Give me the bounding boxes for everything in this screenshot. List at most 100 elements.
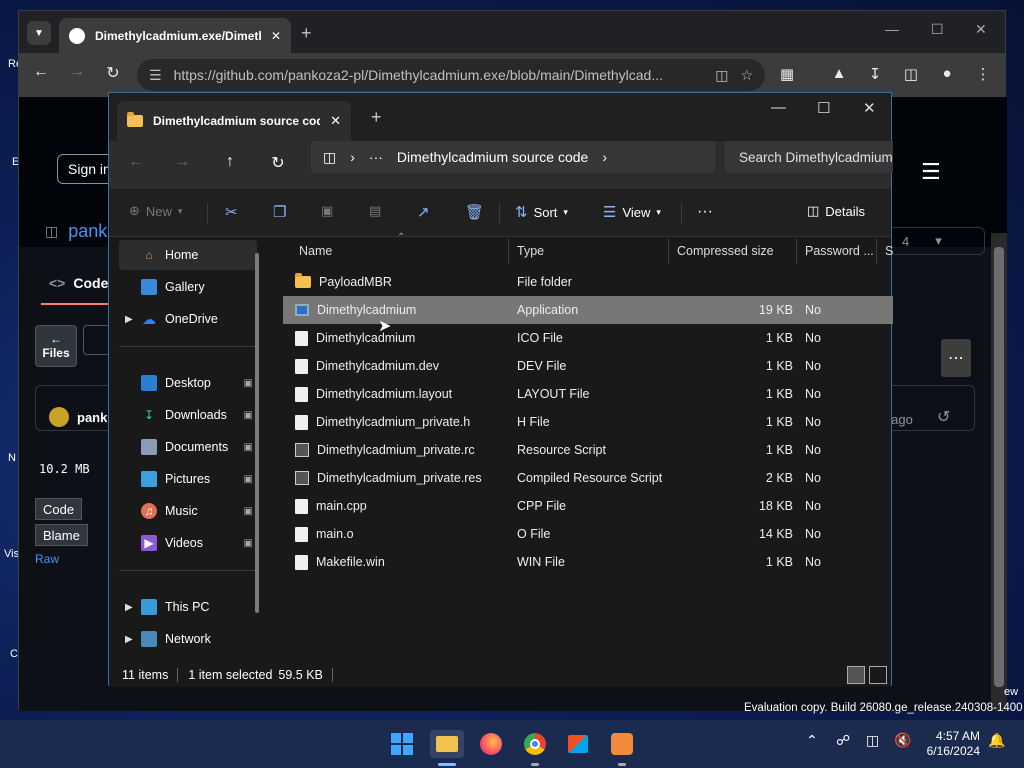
breadcrumb[interactable]: ◫ › ··· Dimethylcadmium source code › <box>311 141 715 173</box>
table-row[interactable]: Dimethylcadmium ICO File 1 KB No <box>283 324 893 352</box>
chrome-tab-active[interactable]: Dimethylcadmium.exe/Dimeth ✕ <box>59 18 291 54</box>
details-view-button[interactable] <box>847 666 865 684</box>
firefox-icon[interactable] <box>477 730 505 758</box>
tab-code[interactable]: <> Code <box>49 275 108 291</box>
pin-icon[interactable]: ▣ <box>244 378 253 389</box>
pin-icon[interactable]: ▣ <box>244 410 253 421</box>
cut-button[interactable]: ✂ <box>225 203 238 221</box>
column-header-password[interactable]: Password ... <box>797 238 877 264</box>
bookmark-star-icon[interactable]: ☆ <box>740 67 753 84</box>
file-name-cell[interactable]: Dimethylcadmium.dev <box>295 352 439 380</box>
sidebar-item-home[interactable]: ⌂ Home <box>119 240 257 270</box>
file-name-cell[interactable]: main.o <box>295 520 354 548</box>
table-row[interactable]: Dimethylcadmium_private.h H File 1 KB No <box>283 408 893 436</box>
tab-search-button[interactable]: ▼ <box>27 21 51 45</box>
menu-icon[interactable]: ⋮ <box>971 65 995 83</box>
refresh-icon[interactable]: ↻ <box>263 153 293 173</box>
view-button[interactable]: ☰ View ▾ <box>603 203 661 221</box>
history-icon[interactable]: ↺ <box>937 407 950 427</box>
file-name-cell[interactable]: Dimethylcadmium_private.res <box>295 464 482 492</box>
profile-icon[interactable]: ● <box>935 65 959 82</box>
details-button[interactable]: ◫ Details <box>807 203 865 219</box>
address-bar[interactable]: ☰ https://github.com/pankoza2-pl/Dimethy… <box>137 59 765 91</box>
sort-button[interactable]: ⇅ Sort ▾ <box>515 203 568 221</box>
search-input[interactable]: Search Dimethylcadmium <box>725 141 893 173</box>
pin-icon[interactable]: ▣ <box>244 538 253 549</box>
tiles-view-button[interactable] <box>869 666 887 684</box>
minimize-icon[interactable]: — <box>771 99 786 116</box>
new-button[interactable]: ⊕ New ▾ <box>129 203 182 219</box>
table-row[interactable]: Dimethylcadmium_private.rc Resource Scrip… <box>283 436 893 464</box>
chevron-right-icon[interactable]: ▶ <box>125 634 133 645</box>
app-icon[interactable] <box>608 730 636 758</box>
new-tab-button[interactable]: + <box>301 23 312 44</box>
back-icon[interactable]: ← <box>29 63 53 81</box>
close-tab-icon[interactable]: ✕ <box>330 113 341 129</box>
side-panel-icon[interactable]: ◫ <box>899 65 923 83</box>
blame-button[interactable]: Blame <box>35 524 88 546</box>
sidebar-item-gallery[interactable]: Gallery <box>119 272 257 302</box>
chevron-right-icon[interactable]: ▶ <box>125 314 133 325</box>
notification-bell-icon[interactable]: 🔔 <box>988 732 1005 749</box>
network-off-icon[interactable]: ☍ <box>836 732 850 749</box>
sidebar-item-desktop[interactable]: Desktop ▣ <box>119 368 257 398</box>
chevron-right-icon[interactable]: › <box>350 149 355 165</box>
page-scrollbar-thumb[interactable] <box>994 247 1004 687</box>
sidebar-item-downloads[interactable]: ↧ Downloads ▣ <box>119 400 257 430</box>
site-info-icon[interactable]: ☰ <box>149 67 162 84</box>
table-row[interactable]: Dimethylcadmium.layout LAYOUT File 1 KB No <box>283 380 893 408</box>
minimize-icon[interactable]: — <box>885 21 899 37</box>
breadcrumb-current[interactable]: Dimethylcadmium source code <box>397 149 588 165</box>
sidebar-item-music[interactable]: ♫ Music ▣ <box>119 496 257 526</box>
sidebar-item-pictures[interactable]: Pictures ▣ <box>119 464 257 494</box>
column-header-size[interactable]: Si <box>877 238 893 264</box>
table-row[interactable]: Dimethylcadmium Application 19 KB No <box>283 296 893 324</box>
repo-breadcrumb[interactable]: ◫ pank <box>45 221 107 242</box>
taskbar-clock[interactable]: 4:57 AM 6/16/2024 <box>918 729 980 759</box>
maximize-icon[interactable]: ☐ <box>931 21 944 38</box>
file-name-cell[interactable]: Dimethylcadmium_private.h <box>295 408 470 436</box>
hamburger-menu-icon[interactable]: ☰ <box>921 159 941 185</box>
sidebar-item-documents[interactable]: Documents ▣ <box>119 432 257 462</box>
pin-icon[interactable]: ▣ <box>244 442 253 453</box>
commit-user[interactable]: pank <box>77 410 107 425</box>
table-row[interactable]: main.cpp CPP File 18 KB No <box>283 492 893 520</box>
volume-muted-icon[interactable]: 🔇 <box>894 732 911 749</box>
column-header-type[interactable]: Type <box>509 238 669 264</box>
new-tab-button[interactable]: + <box>371 107 382 128</box>
column-header-compressed-size[interactable]: Compressed size <box>669 238 797 264</box>
forward-icon[interactable]: → <box>167 153 197 171</box>
pin-icon[interactable]: ▣ <box>244 474 253 485</box>
table-row[interactable]: Dimethylcadmium_private.res Compiled Reso… <box>283 464 893 492</box>
file-name-cell[interactable]: Dimethylcadmium <box>295 296 416 324</box>
rename-button[interactable]: ▤ <box>369 203 381 219</box>
sidebar-item-this-pc[interactable]: ▶ This PC <box>119 592 257 622</box>
raw-link[interactable]: Raw <box>35 552 59 566</box>
delete-button[interactable]: 🗑 <box>465 203 484 221</box>
chrome-icon[interactable] <box>521 730 549 758</box>
avatar[interactable] <box>49 407 69 427</box>
up-icon[interactable]: ↑ <box>215 153 245 171</box>
sidebar-item-network[interactable]: ▶ Network <box>119 624 257 654</box>
chevron-right-icon[interactable]: › <box>602 149 607 165</box>
close-tab-icon[interactable]: ✕ <box>271 29 281 43</box>
file-name-cell[interactable]: Dimethylcadmium.layout <box>295 380 452 408</box>
cast-icon[interactable]: ◫ <box>715 67 728 84</box>
display-icon[interactable]: ◫ <box>866 732 879 749</box>
repo-owner[interactable]: pank <box>68 221 107 242</box>
more-button[interactable]: ··· <box>697 203 713 221</box>
file-name-cell[interactable]: Makefile.win <box>295 548 385 576</box>
paste-button[interactable]: ▣ <box>321 203 333 219</box>
table-row[interactable]: Dimethylcadmium.dev DEV File 1 KB No <box>283 352 893 380</box>
file-name-cell[interactable]: Dimethylcadmium_private.rc <box>295 436 475 464</box>
pin-icon[interactable]: ▣ <box>244 506 253 517</box>
breadcrumb-overflow[interactable]: ··· <box>369 149 383 165</box>
back-icon[interactable]: ← <box>121 153 151 171</box>
downloads-icon[interactable]: ↧ <box>863 65 887 83</box>
extensions-icon[interactable]: ▦ <box>775 65 799 83</box>
nav-scrollbar[interactable] <box>255 253 259 613</box>
computer-icon[interactable]: ◫ <box>323 149 336 166</box>
table-row[interactable]: PayloadMBR File folder <box>283 268 893 296</box>
reload-icon[interactable]: ↻ <box>101 63 125 83</box>
sidebar-item-onedrive[interactable]: ▶ ☁ OneDrive <box>119 304 257 334</box>
